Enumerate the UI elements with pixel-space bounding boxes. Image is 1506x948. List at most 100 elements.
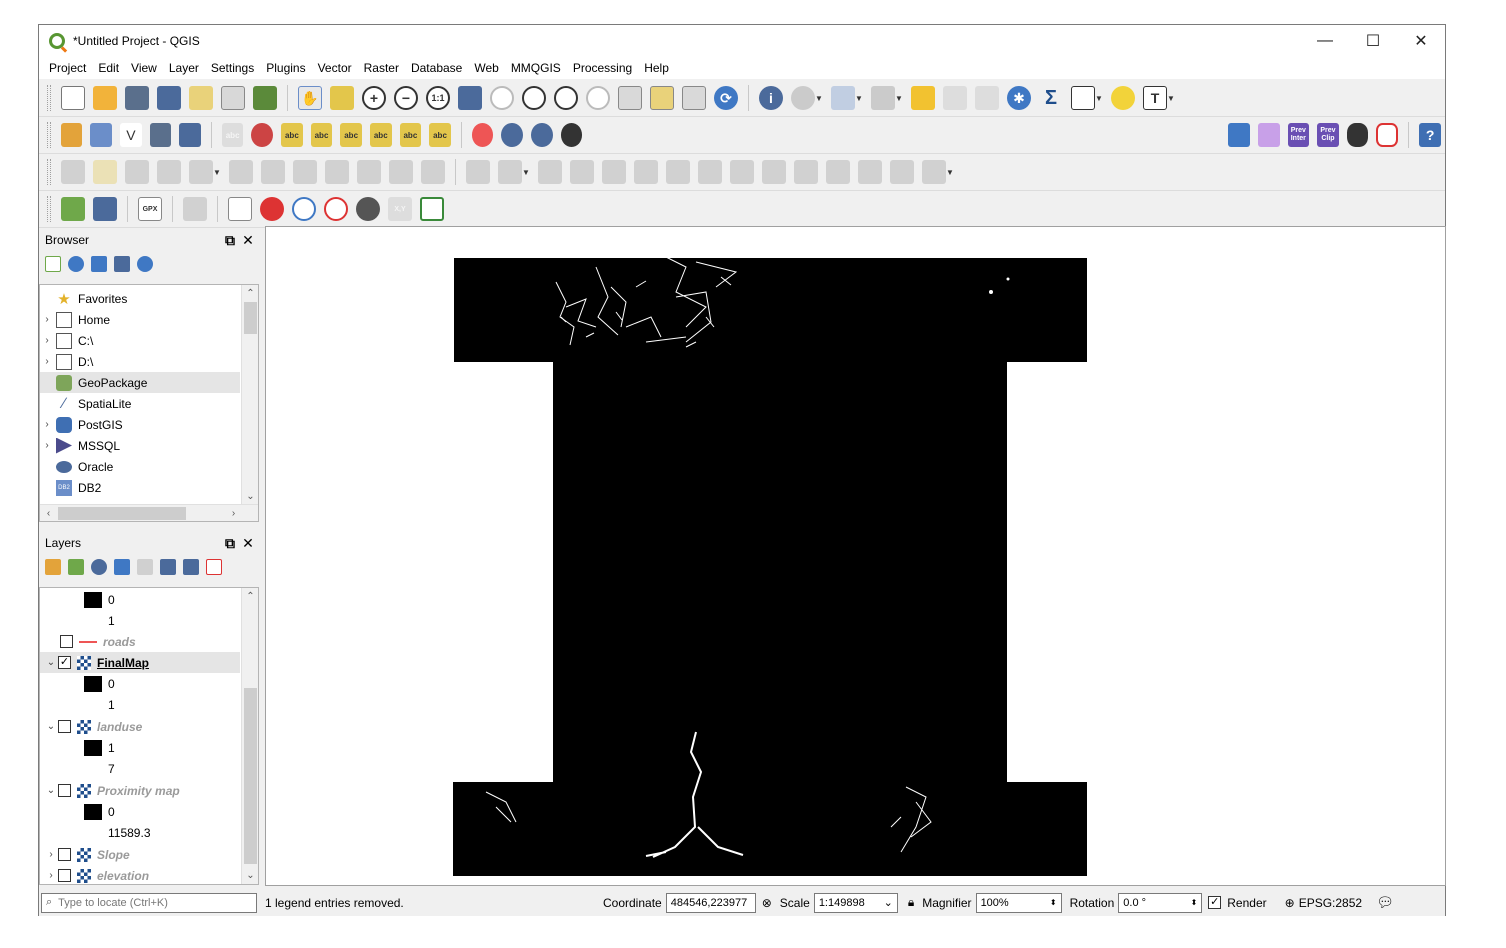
label-d-icon[interactable]: abc [369, 123, 392, 147]
layout-manager-icon[interactable] [221, 86, 245, 110]
toolbar-grip[interactable] [47, 122, 51, 148]
scroll-down-icon[interactable]: ⌄ [242, 867, 258, 884]
collapse-arrow[interactable]: ⌄ [44, 721, 58, 732]
scale-select[interactable]: 1:149898 ⌄ [813, 892, 898, 913]
web-globe-icon[interactable] [530, 123, 553, 147]
menu-help[interactable]: Help [638, 61, 675, 75]
zoom-to-layer-icon[interactable] [522, 86, 546, 110]
cut-icon[interactable] [293, 160, 317, 184]
menu-processing[interactable]: Processing [567, 61, 638, 75]
measure-icon[interactable] [1071, 86, 1095, 110]
toolbox-gear-icon[interactable]: ✱ [1007, 86, 1031, 110]
crs-button[interactable]: EPSG:2852 [1299, 896, 1362, 910]
toolbar-grip[interactable] [47, 196, 51, 222]
merge-attributes-icon[interactable] [858, 160, 882, 184]
add-feature-icon[interactable] [157, 160, 181, 184]
menu-web[interactable]: Web [468, 61, 504, 75]
browser-horizontal-scrollbar[interactable]: ‹ › [40, 504, 258, 521]
browser-item-home[interactable]: › Home [40, 309, 240, 330]
new-print-layout-icon[interactable] [189, 86, 213, 110]
prev-clip-icon[interactable]: Prev Clip [1317, 123, 1339, 147]
binoculars-icon[interactable] [1346, 123, 1369, 147]
style-layer-icon[interactable] [45, 559, 61, 575]
close-button[interactable]: ✕ [1397, 25, 1445, 57]
layer-roads[interactable]: roads [40, 631, 240, 652]
menu-settings[interactable]: Settings [205, 61, 260, 75]
label-b-icon[interactable]: abc [310, 123, 333, 147]
layer-elevation[interactable]: › elevation [40, 865, 240, 884]
coordinate-field[interactable]: 484546,223977 [665, 892, 756, 913]
layer-visibility-checkbox[interactable] [58, 869, 71, 882]
prev-inter-icon[interactable]: Prev Inter [1287, 123, 1310, 147]
new-bookmark-icon[interactable] [618, 86, 642, 110]
label-a-icon[interactable]: abc [281, 123, 303, 147]
fill-ring-icon[interactable] [570, 160, 594, 184]
pin-label-icon[interactable] [251, 123, 274, 147]
browser-item-oracle[interactable]: Oracle [40, 456, 240, 477]
copy-icon[interactable] [325, 160, 349, 184]
render-checkbox[interactable]: ✓ [1208, 896, 1222, 909]
digitize-icon[interactable] [149, 123, 172, 147]
zoom-to-selection-icon[interactable] [490, 86, 514, 110]
chevron-down-icon[interactable]: ▼ [213, 168, 223, 177]
locator-search-input[interactable]: ⌕ Type to locate (Ctrl+K) [41, 892, 257, 913]
rotation-spinbox[interactable]: 0.0 ° ⬍ [1118, 892, 1203, 913]
collapse-arrow[interactable]: ⌄ [44, 657, 58, 668]
pan-icon[interactable]: ✋ [298, 86, 322, 110]
layer-visibility-checkbox[interactable]: ✓ [58, 656, 71, 669]
zoom-select-icon[interactable] [324, 197, 348, 221]
filter-icon[interactable] [114, 559, 130, 575]
maximize-button[interactable]: ☐ [1349, 25, 1397, 57]
select-by-value-icon[interactable] [871, 86, 895, 110]
menu-mmqgis[interactable]: MMQGIS [505, 61, 567, 75]
menu-raster[interactable]: Raster [358, 61, 405, 75]
float-panel-icon[interactable]: ⧉ [221, 231, 239, 249]
add-geopackage-icon[interactable] [90, 123, 113, 147]
delete-part-icon[interactable] [634, 160, 658, 184]
merge-icon[interactable] [826, 160, 850, 184]
xy-tool-icon[interactable]: X,Y [388, 197, 412, 221]
label-c-icon[interactable]: abc [340, 123, 362, 147]
scroll-up-icon[interactable]: ⌃ [242, 285, 258, 302]
style-manager-icon[interactable] [253, 86, 277, 110]
chevron-down-icon[interactable]: ▼ [946, 168, 956, 177]
chevron-down-icon[interactable]: ▼ [1095, 94, 1105, 103]
add-vector-layer-icon[interactable] [60, 123, 83, 147]
layer-finalmap[interactable]: ⌄ ✓ FinalMap [40, 652, 240, 673]
split-icon[interactable] [762, 160, 786, 184]
coordinate-capture-icon[interactable] [471, 123, 494, 147]
zoom-next-icon[interactable] [586, 86, 610, 110]
layer-visibility-checkbox[interactable] [60, 635, 73, 648]
rotate-icon[interactable] [922, 160, 946, 184]
expand-all-icon[interactable] [160, 559, 176, 575]
spin-arrows-icon[interactable]: ⬍ [1050, 898, 1057, 907]
text-annotation-icon[interactable]: T [1143, 86, 1167, 110]
paste-icon[interactable] [357, 160, 381, 184]
redo-icon[interactable] [421, 160, 445, 184]
label-e-icon[interactable]: abc [399, 123, 422, 147]
new-memory-layer-icon[interactable] [228, 197, 252, 221]
add-part-icon[interactable] [538, 160, 562, 184]
globe-icon[interactable] [356, 197, 380, 221]
identify-icon[interactable]: i [759, 86, 783, 110]
label-f-icon[interactable]: abc [429, 123, 451, 147]
chevron-down-icon[interactable]: ▼ [855, 94, 865, 103]
chevron-down-icon[interactable]: ▼ [815, 94, 825, 103]
scroll-up-icon[interactable]: ⌃ [242, 588, 258, 605]
python-icon[interactable] [1228, 123, 1250, 147]
save-project-icon[interactable] [125, 86, 149, 110]
trash-icon[interactable] [261, 160, 285, 184]
new-shapefile-icon[interactable]: V [120, 123, 142, 147]
pin-icon[interactable] [260, 197, 284, 221]
pan-to-selection-icon[interactable] [330, 86, 354, 110]
select-by-location-icon[interactable] [183, 197, 207, 221]
remove-layer-icon[interactable] [206, 559, 222, 575]
filter-expression-icon[interactable] [137, 559, 153, 575]
menu-database[interactable]: Database [405, 61, 468, 75]
minimize-button[interactable]: — [1301, 25, 1349, 57]
collapse-all-icon[interactable] [114, 256, 130, 272]
statistics-sum-icon[interactable]: Σ [1039, 86, 1063, 110]
menu-layer[interactable]: Layer [163, 61, 205, 75]
split-parts-icon[interactable] [794, 160, 818, 184]
close-panel-icon[interactable]: ✕ [239, 231, 257, 249]
